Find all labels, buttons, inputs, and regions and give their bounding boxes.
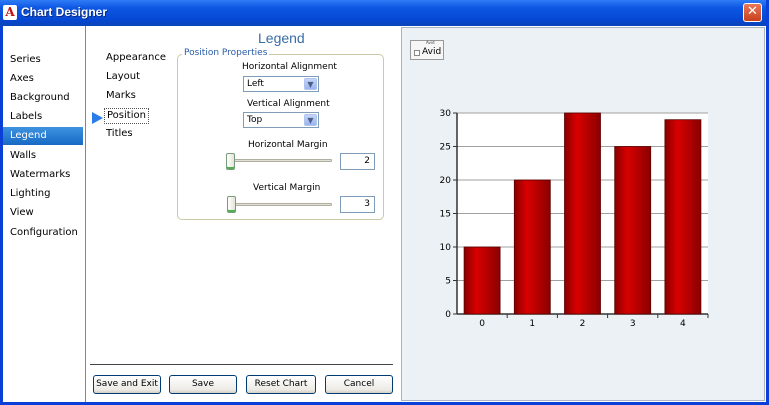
x-tick-label: 0 xyxy=(479,319,485,329)
x-tick-label: 1 xyxy=(529,319,535,329)
bar xyxy=(463,246,501,315)
y-tick-label: 20 xyxy=(440,176,452,186)
y-tick-label: 25 xyxy=(440,143,451,153)
bar xyxy=(513,179,551,315)
bar-chart: 0 5 10 15 20 25 30 0 1 2 3 4 xyxy=(440,109,709,329)
y-tick-label: 30 xyxy=(440,109,452,119)
bar xyxy=(614,146,652,315)
y-tick-label: 5 xyxy=(445,277,451,287)
x-tick-label: 3 xyxy=(630,319,636,329)
bar xyxy=(564,112,601,315)
bar xyxy=(664,119,702,315)
x-tick-label: 2 xyxy=(580,319,586,329)
x-tick-label: 4 xyxy=(680,319,686,329)
y-tick-label: 0 xyxy=(445,310,451,320)
y-tick-label: 10 xyxy=(440,243,452,253)
y-tick-label: 15 xyxy=(440,210,451,220)
